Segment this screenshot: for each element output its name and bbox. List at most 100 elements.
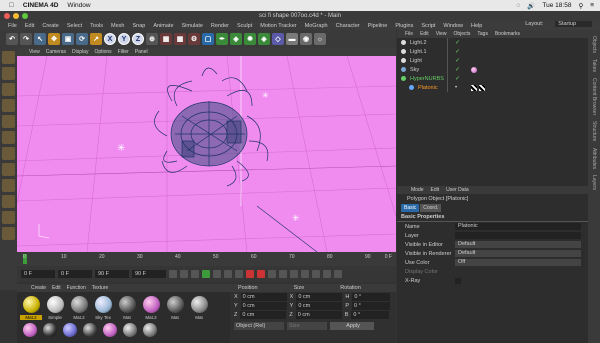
coordinate-system-icon[interactable]: ⊕	[146, 33, 158, 45]
vp-menu-display[interactable]: Display	[72, 49, 88, 55]
visible-in-editor-select[interactable]: Default	[455, 241, 581, 248]
menu-mograph[interactable]: MoGraph	[305, 23, 328, 29]
redo-icon[interactable]: ↷	[20, 33, 32, 45]
menu-plugins[interactable]: Plugins	[395, 23, 413, 29]
make-editable-icon[interactable]	[2, 51, 15, 64]
enabled-check-icon[interactable]: ✓	[455, 66, 460, 73]
enabled-check-icon[interactable]: ✓	[455, 75, 460, 82]
menu-file[interactable]: File	[8, 23, 17, 29]
apple-icon[interactable]: 	[9, 2, 14, 9]
om-menu-file[interactable]: File	[405, 31, 413, 37]
vp-menu-filter[interactable]: Filter	[118, 49, 129, 55]
rotation-h-field[interactable]: 0 °	[352, 293, 391, 301]
xray-checkbox[interactable]	[455, 277, 461, 284]
render-view-icon[interactable]: ▦	[160, 33, 172, 45]
volume-icon[interactable]: 🔊	[527, 2, 535, 10]
material-slot[interactable]: Mat.2	[20, 295, 42, 320]
menu-sculpt[interactable]: Sculpt	[237, 23, 252, 29]
menu-window[interactable]: Window	[443, 23, 463, 29]
name-field[interactable]: Platonic	[455, 223, 581, 230]
size-y-field[interactable]: 0 cm	[296, 302, 343, 310]
move-tool-icon[interactable]: ✥	[48, 33, 60, 45]
object-row-platonic[interactable]: Platonic •	[397, 83, 588, 92]
enabled-check-icon[interactable]: ✓	[455, 48, 460, 55]
am-menu-edit[interactable]: Edit	[431, 187, 440, 193]
tab-basic[interactable]: Basic	[401, 204, 420, 212]
material-swatch[interactable]	[23, 323, 37, 337]
vp-menu-view[interactable]: View	[29, 49, 40, 55]
edges-mode-icon[interactable]	[2, 131, 15, 144]
material-swatch[interactable]	[123, 323, 137, 337]
material-swatch[interactable]	[83, 323, 97, 337]
autokey-icon[interactable]	[257, 270, 265, 278]
menu-icon[interactable]: ≡	[590, 2, 594, 9]
enabled-check-icon[interactable]: ✓	[455, 39, 460, 46]
3d-viewport[interactable]: ✳ ✳ ✳	[17, 56, 396, 252]
enable-axis-icon[interactable]	[2, 163, 15, 176]
menu-mesh[interactable]: Mesh	[111, 23, 124, 29]
material-slot[interactable]: Mat.2	[68, 295, 90, 320]
material-slot[interactable]: Mat.2	[140, 295, 162, 320]
tweak-mode-icon[interactable]	[2, 179, 15, 192]
menu-motion-tracker[interactable]: Motion Tracker	[260, 23, 296, 29]
object-row-sky[interactable]: Sky ✓	[397, 65, 588, 74]
position-y-field[interactable]: 0 cm	[240, 302, 287, 310]
menu-help[interactable]: Help	[471, 23, 482, 29]
workplane-mode-icon[interactable]	[2, 99, 15, 112]
material-swatch[interactable]	[143, 323, 157, 337]
mat-menu-function[interactable]: Function	[67, 285, 86, 291]
app-menu[interactable]: CINEMA 4D	[23, 2, 59, 9]
tab-takes[interactable]: Takes	[591, 59, 597, 72]
menu-snap[interactable]: Snap	[132, 23, 145, 29]
material-slot[interactable]: Simple	[44, 295, 66, 320]
recent-tool-icon[interactable]: ↗	[90, 33, 102, 45]
next-frame-icon[interactable]	[213, 270, 221, 278]
workplane-lock-icon[interactable]	[2, 211, 15, 224]
vp-menu-cameras[interactable]: Cameras	[46, 49, 66, 55]
texture-mode-icon[interactable]	[2, 83, 15, 96]
object-row-light-2[interactable]: Light.2 ✓	[397, 38, 588, 47]
am-menu-mode[interactable]: Mode	[411, 187, 424, 193]
timeline-menu-icon[interactable]	[334, 270, 342, 278]
material-tag-icon[interactable]	[471, 66, 477, 73]
start-frame-field[interactable]: 0 F	[21, 270, 55, 278]
undo-icon[interactable]: ↶	[6, 33, 18, 45]
max-frame-field[interactable]: 90 F	[132, 270, 166, 278]
tab-attributes[interactable]: Attributes	[591, 148, 597, 169]
deformer-icon[interactable]: ◇	[272, 33, 284, 45]
position-x-field[interactable]: 0 cm	[240, 293, 287, 301]
render-picture-viewer-icon[interactable]: ▦	[174, 33, 186, 45]
array-icon[interactable]: ✹	[244, 33, 256, 45]
menu-character[interactable]: Character	[336, 23, 360, 29]
menu-create[interactable]: Create	[42, 23, 59, 29]
play-icon[interactable]	[202, 270, 210, 278]
om-menu-edit[interactable]: Edit	[420, 31, 429, 37]
layout-select[interactable]: Startup	[555, 21, 592, 27]
material-slot[interactable]: Mat	[188, 295, 210, 320]
material-slot[interactable]: Mat	[164, 295, 186, 320]
clock[interactable]: Tue 18:58	[542, 2, 571, 9]
material-swatch[interactable]	[43, 323, 57, 337]
object-row-light-1[interactable]: Light.1 ✓	[397, 47, 588, 56]
polygons-mode-icon[interactable]	[2, 147, 15, 160]
object-row-hypernurbs[interactable]: HyperNURBS ✓	[397, 74, 588, 83]
z-axis-toggle[interactable]: Z	[132, 33, 144, 45]
mat-menu-texture[interactable]: Texture	[92, 285, 108, 291]
texture-tag-icon[interactable]	[479, 84, 485, 91]
menu-script[interactable]: Script	[421, 23, 435, 29]
om-menu-objects[interactable]: Objects	[453, 31, 470, 37]
om-menu-tags[interactable]: Tags	[477, 31, 488, 37]
vp-menu-panel[interactable]: Panel	[135, 49, 148, 55]
viewport-canvas[interactable]: ✳ ✳ ✳	[17, 56, 396, 252]
cube-icon[interactable]: ▢	[202, 33, 214, 45]
window-menu[interactable]: Window	[67, 2, 90, 9]
size-mode-select[interactable]: Size	[287, 322, 327, 330]
pen-spline-icon[interactable]: ✒	[216, 33, 228, 45]
light-icon[interactable]: ☼	[314, 33, 326, 45]
coord-mode-select[interactable]: Object (Rel)	[234, 322, 284, 330]
vp-menu-options[interactable]: Options	[94, 49, 111, 55]
menu-edit[interactable]: Edit	[25, 23, 34, 29]
timeline-ruler[interactable]: 0 10 20 30 40 50 60 70 80 90 0 F	[17, 252, 396, 266]
om-menu-bookmarks[interactable]: Bookmarks	[495, 31, 520, 37]
enabled-check-icon[interactable]: •	[455, 85, 457, 91]
